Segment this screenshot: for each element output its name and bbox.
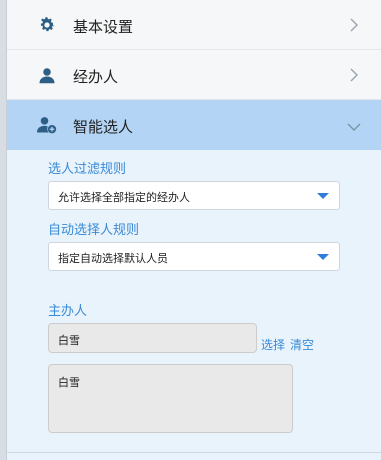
- filter-rule-label: 选人过滤规则: [48, 162, 127, 177]
- host-input[interactable]: 白雪: [48, 323, 257, 353]
- section-label: 经办人: [73, 68, 119, 86]
- filter-rule-value: 允许选择全部指定的经办人: [58, 191, 190, 204]
- auto-rule-label: 自动选择人规则: [48, 223, 140, 238]
- settings-panel: 基本设置 经办人 智能选人 选人过滤规则 允许选择全部指定的经办人 自动选择人规…: [7, 0, 381, 460]
- caret-down-icon: [317, 254, 329, 260]
- section-smart-select[interactable]: 智能选人: [7, 100, 381, 150]
- section-handlers[interactable]: 经办人: [7, 50, 381, 100]
- gear-icon: [37, 15, 57, 35]
- clear-link[interactable]: 清空: [290, 336, 314, 353]
- handlers-value: 白雪: [58, 376, 80, 389]
- chevron-right-icon: [347, 17, 361, 32]
- host-label: 主办人: [48, 304, 88, 319]
- auto-rule-select[interactable]: 指定自动选择默认人员: [48, 242, 340, 271]
- section-label: 基本设置: [73, 18, 134, 36]
- left-sidebar-edge: [0, 0, 7, 460]
- handlers-textarea[interactable]: 白雪: [48, 364, 293, 433]
- auto-rule-value: 指定自动选择默认人员: [58, 252, 168, 265]
- caret-down-icon: [317, 193, 329, 199]
- chevron-right-icon: [347, 67, 361, 82]
- section-basic-settings[interactable]: 基本设置: [7, 0, 381, 50]
- divider: [7, 452, 381, 453]
- filter-rule-select[interactable]: 允许选择全部指定的经办人: [48, 181, 340, 210]
- user-icon: [37, 65, 57, 85]
- chevron-down-icon: [347, 119, 361, 133]
- user-add-icon: [37, 115, 57, 135]
- host-value: 白雪: [58, 334, 80, 347]
- section-label: 智能选人: [73, 118, 134, 136]
- select-link[interactable]: 选择: [261, 336, 285, 353]
